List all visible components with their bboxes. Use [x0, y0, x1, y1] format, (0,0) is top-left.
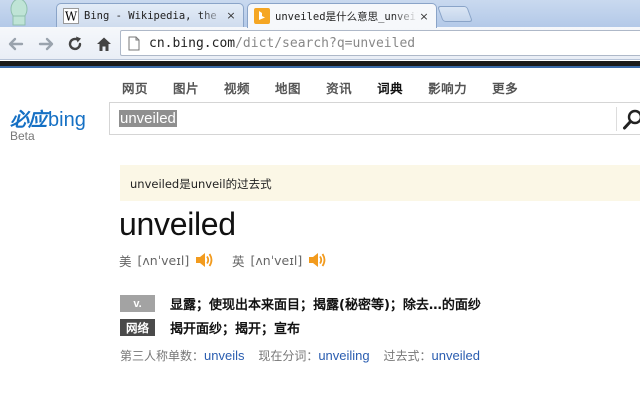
pron-us-label: 美	[119, 253, 132, 269]
home-icon[interactable]	[94, 34, 114, 54]
bing-icon	[254, 8, 270, 24]
forward-icon[interactable]	[36, 34, 56, 54]
form-label: 现在分词：	[258, 349, 319, 363]
notice-text: unveiled是unveil的过去式	[130, 177, 272, 191]
close-icon[interactable]: ×	[225, 9, 237, 22]
address-bar[interactable]: cn.bing.com/dict/search?q=unveiled	[120, 30, 640, 56]
tab-strip: W Bing - Wikipedia, the free encyclopedi…	[0, 0, 640, 28]
wikipedia-icon: W	[63, 7, 79, 24]
search-input[interactable]: unveiled	[109, 102, 640, 135]
tab-title: Bing - Wikipedia, the free encyclopedia	[84, 9, 225, 22]
nav-images[interactable]: 图片	[173, 78, 199, 97]
logo-beta: Beta	[10, 129, 35, 143]
definition-text: 揭开面纱；揭开；宣布	[170, 322, 301, 337]
definition-row: 网络 揭开面纱；揭开；宣布	[120, 318, 300, 337]
form-label: 过去式：	[383, 349, 432, 363]
url-path: /dict/search?q=unveiled	[235, 36, 416, 51]
form-label: 第三人称单数：	[120, 349, 205, 363]
tab-title: unveiled是什么意思_unveiled的中文	[275, 10, 418, 23]
headword: unveiled	[119, 206, 236, 242]
bing-scope-nav: 网页 图片 视频 地图 资讯 词典 影响力 更多	[122, 78, 543, 97]
page-icon	[128, 36, 140, 55]
form-link-present-participle[interactable]: unveiling	[318, 348, 369, 363]
back-icon[interactable]	[6, 34, 26, 54]
pron-uk-ipa: [ʌnˈveɪl]	[250, 252, 303, 268]
logo-en: bing	[48, 109, 86, 131]
browser-toolbar: cn.bing.com/dict/search?q=unveiled	[0, 27, 640, 60]
svg-text:W: W	[65, 9, 78, 23]
pron-uk-label: 英	[232, 253, 245, 269]
pos-badge: 网络	[120, 319, 155, 336]
bing-logo[interactable]: 必应 bing Beta	[10, 105, 86, 143]
nav-more[interactable]: 更多	[492, 78, 518, 97]
speaker-icon[interactable]	[307, 250, 327, 270]
profile-avatar-icon[interactable]	[6, 0, 32, 26]
search-divider	[616, 107, 617, 131]
url-text: cn.bing.com/dict/search?q=unveiled	[149, 36, 415, 51]
close-icon[interactable]: ×	[418, 10, 430, 23]
definition-text: 显露；使现出本来面目；揭露(秘密等)；除去…的面纱	[170, 298, 481, 313]
inflection-notice: unveiled是unveil的过去式	[120, 165, 640, 201]
pron-us: 美 [ʌnˈveɪl]	[119, 250, 214, 270]
nav-news[interactable]: 资讯	[326, 78, 352, 97]
logo-cn: 必应	[10, 109, 47, 131]
definition-row: v. 显露；使现出本来面目；揭露(秘密等)；除去…的面纱	[120, 294, 481, 313]
nav-maps[interactable]: 地图	[275, 78, 301, 97]
url-host: cn.bing.com	[149, 36, 236, 51]
word-forms: 第三人称单数：unveils 现在分词：unveiling 过去式：unveil…	[120, 347, 490, 364]
form-link-third-person[interactable]: unveils	[204, 348, 244, 363]
pron-uk: 英 [ʌnˈveɪl]	[232, 250, 327, 270]
nav-influence[interactable]: 影响力	[428, 78, 467, 97]
nav-dictionary[interactable]: 词典	[377, 78, 403, 97]
tab-bing-dict[interactable]: unveiled是什么意思_unveiled的中文 ×	[247, 3, 437, 28]
new-tab-button[interactable]	[437, 6, 473, 22]
tab-wikipedia[interactable]: W Bing - Wikipedia, the free encyclopedi…	[56, 3, 244, 27]
nav-videos[interactable]: 视频	[224, 78, 250, 97]
pron-us-ipa: [ʌnˈveɪl]	[137, 252, 190, 268]
page-top-accent	[0, 66, 640, 68]
pos-badge: v.	[120, 295, 155, 312]
search-query: unveiled	[119, 110, 177, 127]
speaker-icon[interactable]	[194, 250, 214, 270]
nav-web[interactable]: 网页	[122, 78, 148, 97]
search-icon[interactable]	[622, 109, 640, 135]
reload-icon[interactable]	[65, 34, 85, 54]
form-link-past-tense[interactable]: unveiled	[432, 348, 480, 363]
